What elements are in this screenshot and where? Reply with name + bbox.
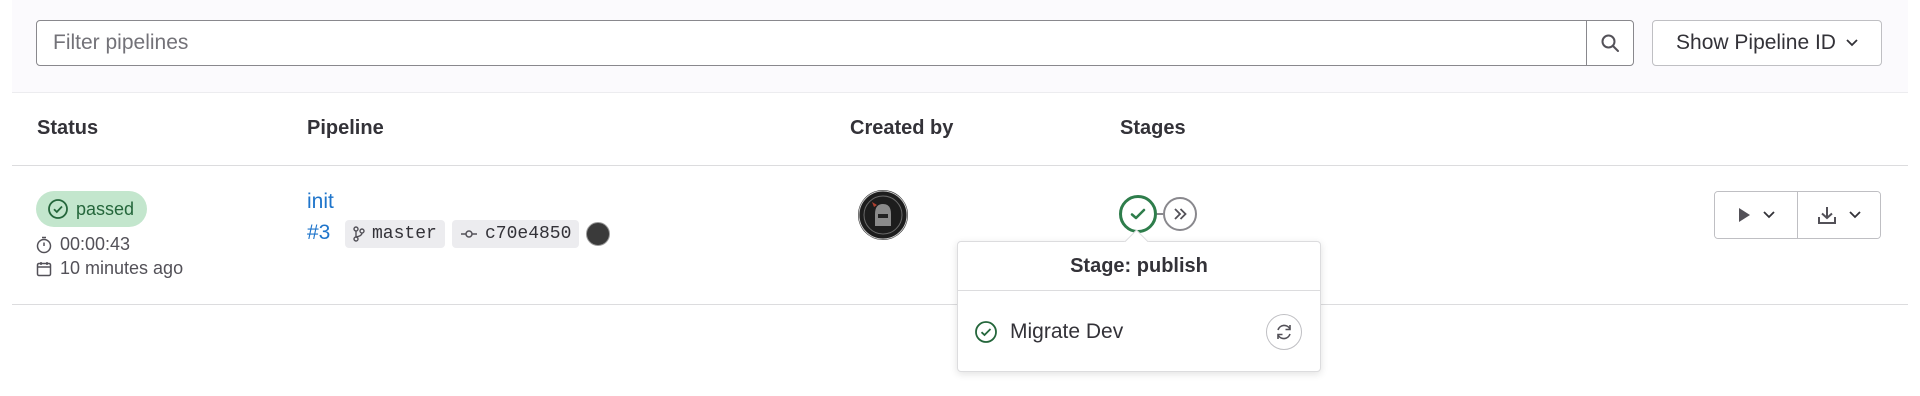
commit-icon — [461, 230, 477, 238]
header-stages: Stages — [1120, 117, 1186, 139]
stage-popover: Stage: publish Migrate Dev — [957, 229, 1321, 372]
search-button[interactable] — [1586, 21, 1633, 65]
stage-publish-passed[interactable] — [1119, 195, 1157, 233]
branch-icon — [353, 226, 365, 242]
calendar-icon — [36, 261, 52, 276]
chevron-down-icon — [1763, 211, 1775, 219]
search-icon — [1601, 34, 1619, 52]
stage-skipped[interactable] — [1163, 197, 1197, 231]
pipeline-title-link[interactable]: init — [307, 190, 334, 214]
filter-pipelines-input[interactable] — [37, 21, 1586, 65]
table-header: Status Pipeline Created by Stages — [12, 93, 1908, 166]
header-pipeline: Pipeline — [307, 117, 384, 139]
job-item-migrate-dev[interactable]: Migrate Dev — [974, 312, 1302, 352]
branch-chip[interactable]: master — [345, 220, 445, 248]
pipeline-id-link[interactable]: #3 — [307, 221, 330, 245]
creator-avatar[interactable] — [858, 190, 908, 240]
commit-sha: c70e4850 — [485, 224, 572, 244]
chevron-down-icon — [1849, 211, 1861, 219]
commit-author-avatar[interactable] — [586, 222, 610, 246]
status-success-icon — [48, 199, 68, 219]
branch-name: master — [372, 224, 437, 244]
header-status: Status — [37, 117, 99, 139]
status-label: passed — [76, 198, 135, 219]
check-icon — [1130, 208, 1146, 220]
skip-forward-icon — [1174, 208, 1187, 220]
job-name[interactable]: Migrate Dev — [1010, 320, 1123, 344]
status-badge[interactable]: passed — [36, 191, 148, 227]
duration-value: 00:00:43 — [60, 234, 131, 254]
status-success-icon — [975, 321, 997, 343]
chevron-down-icon — [1846, 39, 1858, 47]
finished-time: 10 minutes ago — [36, 258, 183, 279]
play-icon — [1739, 208, 1750, 222]
show-pipeline-id-label: Show Pipeline ID — [1676, 31, 1836, 54]
finished-time-value: 10 minutes ago — [60, 258, 184, 278]
pipeline-actions — [1714, 191, 1881, 239]
retry-job-button[interactable] — [1266, 314, 1302, 350]
clock-icon — [36, 236, 52, 253]
download-artifacts-dropdown[interactable] — [1797, 192, 1880, 238]
run-manual-jobs-dropdown[interactable] — [1715, 192, 1797, 238]
duration: 00:00:43 — [36, 234, 130, 255]
show-pipeline-id-dropdown[interactable]: Show Pipeline ID — [1652, 20, 1882, 66]
filter-pipelines-field[interactable] — [36, 20, 1634, 66]
popover-title: Stage: publish — [958, 242, 1320, 291]
retry-icon — [1277, 324, 1291, 340]
avatar-image — [858, 190, 908, 240]
download-icon — [1818, 207, 1836, 224]
commit-chip[interactable]: c70e4850 — [452, 220, 580, 248]
header-created-by: Created by — [850, 117, 954, 139]
